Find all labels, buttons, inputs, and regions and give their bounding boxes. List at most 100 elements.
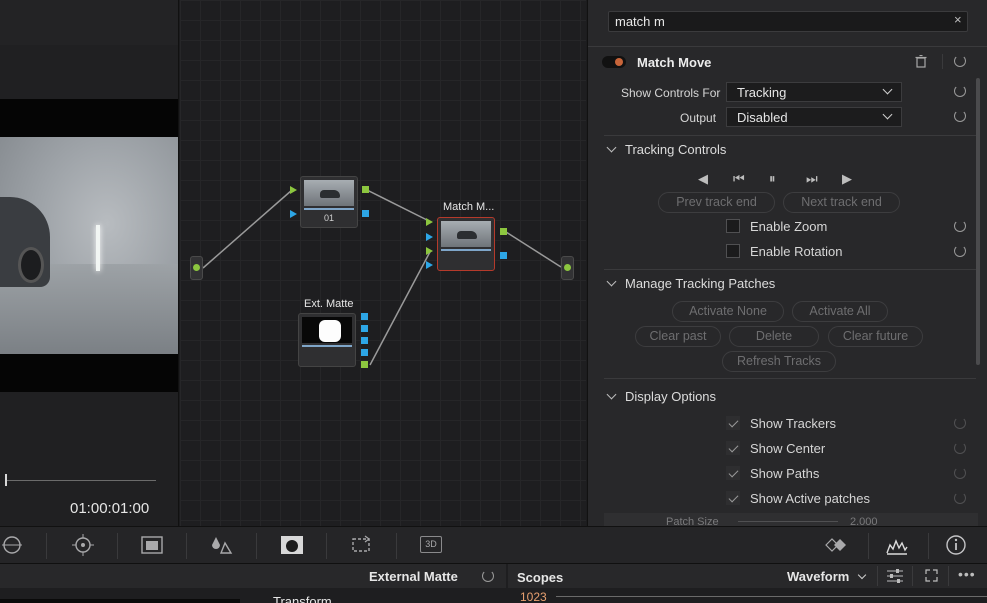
keyframe-icon[interactable] [824, 533, 848, 557]
toolbar-divider [326, 533, 327, 559]
ext-matte-port-3[interactable] [361, 337, 368, 344]
enable-zoom-checkbox[interactable] [726, 219, 740, 233]
tracking-controls-header[interactable]: Tracking Controls [606, 142, 726, 157]
show-paths-reset-icon[interactable] [954, 467, 966, 479]
match-move-node[interactable] [437, 217, 495, 271]
trash-icon[interactable] [915, 55, 927, 68]
more-options-icon[interactable]: ••• [958, 566, 976, 582]
node1-mask-port[interactable] [290, 210, 297, 218]
node1-key-output-port[interactable] [362, 210, 369, 217]
mm-fg-port[interactable] [426, 247, 433, 255]
pause-icon[interactable]: ⏸ [769, 171, 776, 187]
show-active-patches-label: Show Active patches [750, 491, 870, 506]
delete-button[interactable]: Delete [729, 326, 819, 347]
ext-matte-port-2[interactable] [361, 325, 368, 332]
track-reverse-icon[interactable]: ◀ [698, 171, 708, 187]
show-center-label: Show Center [750, 441, 826, 456]
show-active-patches-checkbox[interactable] [726, 491, 740, 505]
tracker-icon[interactable] [71, 533, 95, 557]
external-matte-reset-icon[interactable] [482, 570, 494, 582]
mm-output-port[interactable] [500, 228, 507, 235]
patch-size-label: Patch Size [666, 516, 719, 526]
output-reset-icon[interactable] [954, 110, 966, 122]
waveform-dropdown[interactable]: Waveform [787, 569, 867, 584]
ext-matte-port-4[interactable] [361, 349, 368, 356]
search-input[interactable]: match m [608, 11, 968, 32]
ext-matte-node[interactable] [298, 313, 356, 367]
corrector-node-01[interactable]: 01 [300, 176, 358, 228]
color-drops-icon[interactable] [209, 533, 233, 557]
manage-patches-header[interactable]: Manage Tracking Patches [606, 276, 776, 291]
clear-past-button[interactable]: Clear past [635, 326, 721, 347]
image-wheel [18, 247, 44, 283]
letterbox-bottom [0, 354, 178, 392]
node1-input-port[interactable] [290, 186, 297, 194]
media-out-node[interactable] [561, 256, 574, 280]
refresh-tracks-button[interactable]: Refresh Tracks [722, 351, 836, 372]
node-editor[interactable]: 01 Match M... Ext. Matte [180, 0, 586, 526]
waveform-scale-value: 1023 [520, 590, 547, 603]
enable-rotation-reset-icon[interactable] [954, 245, 966, 257]
tool-reset-icon[interactable] [954, 55, 966, 67]
tool-enable-toggle[interactable] [602, 56, 626, 68]
show-center-reset-icon[interactable] [954, 442, 966, 454]
mm-mask-port[interactable] [426, 233, 433, 241]
track-forward-icon[interactable]: ▶ [842, 171, 852, 187]
activate-all-button[interactable]: Activate All [792, 301, 888, 322]
show-center-checkbox[interactable] [726, 441, 740, 455]
viewer-image[interactable] [0, 137, 178, 354]
section-divider [604, 269, 976, 270]
matte-icon[interactable] [280, 533, 304, 557]
3d-icon[interactable]: 3D [420, 536, 442, 553]
transform-label[interactable]: Transform [273, 594, 332, 603]
mm-key-output-port[interactable] [500, 252, 507, 259]
inspector-scrollbar[interactable] [976, 78, 980, 365]
chevron-down-icon [606, 389, 617, 400]
scopes-divider [948, 566, 949, 586]
scopes-divider [877, 566, 878, 586]
patch-size-value[interactable]: 2.000 [850, 516, 878, 526]
toolbar-divider [46, 533, 47, 559]
clear-future-button[interactable]: Clear future [828, 326, 923, 347]
show-controls-reset-icon[interactable] [954, 85, 966, 97]
tool-title: Match Move [637, 55, 712, 70]
patch-size-slider[interactable] [738, 521, 838, 522]
show-controls-label: Show Controls For [621, 86, 721, 100]
sizing-icon[interactable] [349, 533, 373, 557]
ext-matte-port-1[interactable] [361, 313, 368, 320]
playhead[interactable] [5, 474, 7, 486]
node1-output-port[interactable] [362, 186, 369, 193]
sliders-icon[interactable] [887, 569, 903, 583]
media-in-node[interactable] [190, 256, 203, 280]
activate-none-button[interactable]: Activate None [672, 301, 784, 322]
enable-rotation-checkbox[interactable] [726, 244, 740, 258]
image-wipe-icon[interactable] [140, 533, 164, 557]
prev-track-end-button[interactable]: Prev track end [658, 192, 775, 213]
toolbar-divider [868, 533, 869, 559]
show-controls-dropdown[interactable]: Tracking [726, 82, 902, 102]
circle-window-icon[interactable] [0, 533, 24, 557]
manage-patches-label: Manage Tracking Patches [625, 276, 776, 291]
display-options-header[interactable]: Display Options [606, 389, 716, 404]
toolbar-divider [186, 533, 187, 559]
show-paths-checkbox[interactable] [726, 466, 740, 480]
output-dropdown[interactable]: Disabled [726, 107, 902, 127]
inspector-panel: match m × Match Move Show Controls For T… [587, 0, 987, 526]
scrubber-track[interactable] [6, 480, 156, 481]
expand-icon[interactable] [925, 569, 938, 582]
step-back-icon[interactable]: ⏮ [733, 171, 745, 187]
step-forward-icon[interactable]: ⏭ [806, 171, 818, 187]
show-active-patches-reset-icon[interactable] [954, 492, 966, 504]
show-trackers-reset-icon[interactable] [954, 417, 966, 429]
enable-zoom-reset-icon[interactable] [954, 220, 966, 232]
info-icon[interactable] [944, 533, 968, 557]
show-trackers-checkbox[interactable] [726, 416, 740, 430]
mm-key-port[interactable] [426, 261, 433, 269]
next-track-end-button[interactable]: Next track end [783, 192, 900, 213]
clear-search-icon[interactable]: × [954, 12, 962, 27]
ext-matte-port-5[interactable] [361, 361, 368, 368]
chevron-down-icon [606, 142, 617, 153]
chevron-down-icon [606, 276, 617, 287]
scope-icon[interactable] [885, 533, 909, 557]
mm-input-port[interactable] [426, 218, 433, 226]
